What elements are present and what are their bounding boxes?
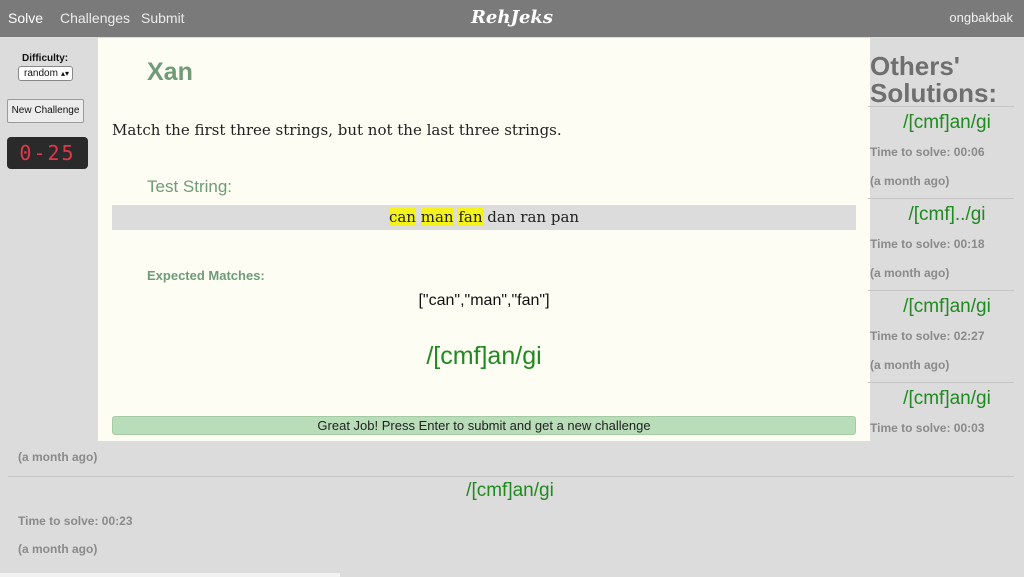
solution-time: Time to solve: 02:27: [870, 329, 985, 343]
divider: [868, 198, 1014, 199]
others-title-line: Others': [870, 51, 960, 81]
solution-regex: /[cmf]an/gi: [903, 296, 991, 317]
challenge-title: Xan: [147, 58, 193, 86]
brand-logo[interactable]: RehJeks: [0, 7, 1024, 28]
solution-time: Time to solve: 00:03: [870, 421, 985, 435]
horizontal-scrollbar[interactable]: [0, 573, 340, 577]
test-word: dan: [487, 208, 516, 226]
top-navbar: Solve Challenges Submit RehJeks ongbakba…: [0, 0, 1024, 37]
test-word: fan: [458, 208, 483, 226]
solution-time: Time to solve: 00:18: [870, 237, 985, 251]
solution-ago: (a month ago): [870, 174, 950, 188]
test-word: man: [420, 208, 454, 226]
difficulty-select[interactable]: random ▴▾: [18, 66, 73, 81]
expected-matches-label: Expected Matches:: [147, 268, 265, 283]
difficulty-value: random: [24, 68, 58, 79]
test-word: pan: [550, 208, 580, 226]
expected-matches-value: ["can","man","fan"]: [418, 292, 550, 309]
challenge-card: Xan Match the first three strings, but n…: [98, 38, 870, 441]
divider: [8, 476, 1014, 477]
solution-time: Time to solve: 00:06: [870, 145, 985, 159]
solution-ago: (a month ago): [18, 542, 98, 556]
test-word: can: [388, 208, 416, 226]
others-solutions-heading: Others' Solutions:: [870, 53, 997, 107]
solution-ago: (a month ago): [870, 266, 950, 280]
solution-regex: /[cmf]an/gi: [903, 112, 991, 133]
solution-ago: (a month ago): [18, 450, 98, 464]
others-title-line: Solutions:: [870, 78, 998, 108]
test-word: ran: [520, 208, 547, 226]
solution-ago: (a month ago): [870, 358, 950, 372]
divider: [868, 106, 1014, 107]
challenge-instruction: Match the first three strings, but not t…: [112, 121, 562, 139]
user-name-link[interactable]: ongbakbak: [949, 10, 1013, 25]
test-string-box: can man fan dan ran pan: [112, 205, 856, 230]
new-challenge-button[interactable]: New Challenge: [7, 99, 84, 123]
success-banner: Great Job! Press Enter to submit and get…: [112, 416, 856, 435]
timer-display: 0-25: [7, 137, 88, 169]
divider: [868, 382, 1014, 383]
solution-regex: /[cmf]an/gi: [466, 480, 554, 501]
regex-answer-input[interactable]: /[cmf]an/gi: [112, 342, 856, 371]
divider: [868, 290, 1014, 291]
difficulty-label: Difficulty:: [22, 53, 69, 64]
test-string-label: Test String:: [147, 177, 233, 196]
solution-time: Time to solve: 00:23: [18, 514, 133, 528]
solution-regex: /[cmf]../gi: [908, 204, 986, 225]
solution-regex: /[cmf]an/gi: [903, 388, 991, 409]
select-arrows-icon: ▴▾: [60, 69, 69, 78]
